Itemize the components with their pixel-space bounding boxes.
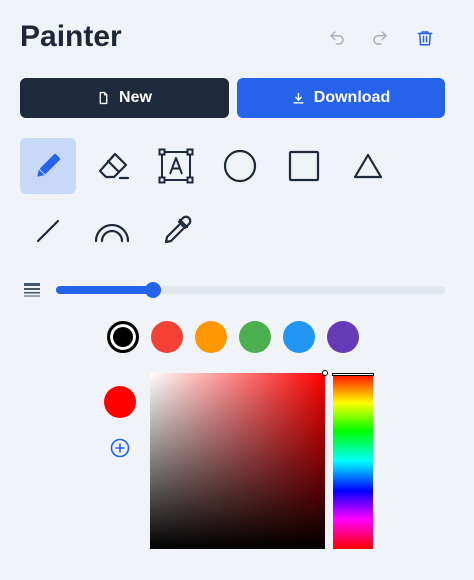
text-box-icon bbox=[158, 148, 194, 184]
tool-circle[interactable] bbox=[212, 138, 268, 194]
color-swatch-blue[interactable] bbox=[283, 321, 315, 353]
tool-square[interactable] bbox=[276, 138, 332, 194]
color-swatch-purple[interactable] bbox=[327, 321, 359, 353]
arc-icon bbox=[94, 223, 130, 243]
tool-text[interactable] bbox=[148, 138, 204, 194]
undo-icon bbox=[330, 31, 344, 45]
download-button-label: Download bbox=[313, 89, 391, 106]
new-button-label: New bbox=[119, 89, 152, 106]
triangle-icon bbox=[353, 153, 383, 179]
hue-marker[interactable] bbox=[332, 373, 374, 376]
eyedropper-icon bbox=[164, 215, 192, 244]
tool-eyedropper[interactable] bbox=[148, 203, 204, 259]
redo-button[interactable] bbox=[368, 26, 392, 50]
tool-line[interactable] bbox=[20, 203, 76, 259]
download-icon bbox=[293, 92, 304, 104]
color-swatch-orange[interactable] bbox=[195, 321, 227, 353]
redo-icon bbox=[373, 31, 387, 45]
add-circle-icon bbox=[110, 438, 130, 458]
current-color-preview bbox=[104, 386, 136, 418]
circle-icon bbox=[223, 149, 257, 183]
header: Painter bbox=[20, 18, 454, 60]
color-swatch-red[interactable] bbox=[151, 321, 183, 353]
line-icon bbox=[36, 219, 60, 243]
eraser-icon bbox=[98, 152, 130, 180]
undo-button[interactable] bbox=[325, 26, 349, 50]
hue-slider[interactable] bbox=[332, 373, 374, 549]
file-icon bbox=[99, 91, 108, 105]
saturation-value-picker[interactable] bbox=[150, 370, 328, 549]
app-title: Painter bbox=[20, 20, 122, 53]
slider-fill bbox=[56, 286, 154, 294]
pencil-icon bbox=[37, 153, 61, 177]
color-swatch-black[interactable] bbox=[107, 321, 139, 353]
trash-icon bbox=[417, 31, 433, 46]
tool-arc[interactable] bbox=[84, 203, 140, 259]
add-color-button[interactable] bbox=[110, 438, 130, 458]
tool-eraser[interactable] bbox=[85, 138, 141, 194]
brush-size-control bbox=[20, 280, 446, 300]
download-button[interactable]: Download bbox=[237, 78, 445, 118]
line-weight-icon bbox=[24, 283, 40, 297]
square-icon bbox=[288, 150, 320, 182]
tool-pencil[interactable] bbox=[20, 138, 76, 194]
saturation-value-pointer[interactable] bbox=[322, 370, 328, 376]
tool-triangle[interactable] bbox=[340, 138, 396, 194]
new-button[interactable]: New bbox=[20, 78, 229, 118]
clear-canvas-button[interactable] bbox=[413, 26, 437, 50]
brush-size-slider[interactable] bbox=[56, 282, 445, 298]
slider-thumb[interactable] bbox=[145, 282, 162, 298]
color-swatch-green[interactable] bbox=[239, 321, 271, 353]
